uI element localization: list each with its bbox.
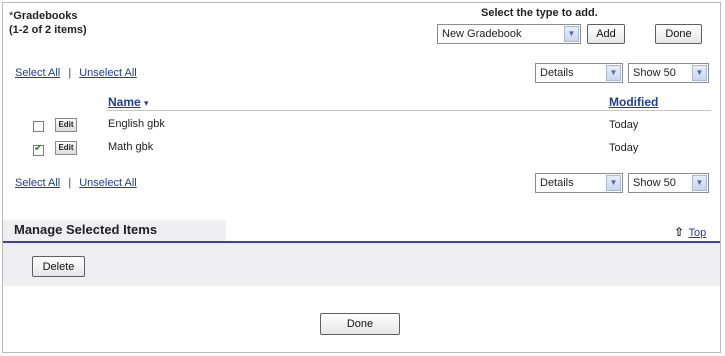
item-count: (1-2 of 2 items) — [9, 24, 87, 36]
modified-value: Today — [609, 142, 639, 154]
modified-value: Today — [609, 119, 639, 131]
chevron-down-icon[interactable]: ▼ — [564, 26, 579, 42]
show-count-value: Show 50 — [633, 177, 676, 189]
show-count-select[interactable]: Show 50 ▼ — [628, 63, 709, 83]
table-row: Edit English gbk Today — [0, 114, 725, 136]
link-separator: | — [68, 67, 72, 79]
unselect-all-link[interactable]: Unselect All — [79, 67, 136, 79]
bottom-selection-links: Select All | Unselect All — [15, 177, 137, 189]
delete-button[interactable]: Delete — [32, 256, 85, 277]
modified-column-header[interactable]: Modified — [609, 95, 658, 109]
top-link-group[interactable]: ⇧ Top — [674, 223, 706, 241]
show-count-value: Show 50 — [633, 67, 676, 79]
view-select[interactable]: Details ▼ — [535, 173, 623, 193]
view-select-value: Details — [540, 177, 574, 189]
table-row: Edit Math gbk Today — [0, 137, 725, 159]
page-title: *Gradebooks — [9, 10, 77, 22]
up-arrow-icon[interactable]: ⇧ — [674, 225, 684, 239]
edit-button[interactable]: Edit — [55, 118, 77, 132]
show-count-select[interactable]: Show 50 ▼ — [628, 173, 709, 193]
page-title-text: Gradebooks — [13, 10, 78, 22]
link-separator: | — [68, 177, 72, 189]
chevron-down-icon[interactable]: ▼ — [692, 65, 707, 81]
done-bottom-button[interactable]: Done — [320, 313, 400, 335]
select-all-link[interactable]: Select All — [15, 67, 60, 79]
top-link[interactable]: Top — [689, 227, 707, 239]
type-select-value: New Gradebook — [442, 28, 522, 40]
name-column-label[interactable]: Name — [108, 95, 141, 109]
gradebook-name[interactable]: English gbk — [108, 118, 165, 130]
chevron-down-icon[interactable]: ▼ — [606, 65, 621, 81]
select-all-link[interactable]: Select All — [15, 177, 60, 189]
row-checkbox[interactable] — [33, 121, 44, 132]
done-top-button[interactable]: Done — [655, 24, 702, 44]
edit-button[interactable]: Edit — [55, 141, 77, 155]
chevron-down-icon[interactable]: ▼ — [606, 175, 621, 191]
gradebook-name[interactable]: Math gbk — [108, 141, 153, 153]
select-type-label: Select the type to add. — [481, 7, 598, 19]
top-selection-links: Select All | Unselect All — [15, 67, 137, 79]
view-select-value: Details — [540, 67, 574, 79]
add-button[interactable]: Add — [587, 24, 625, 44]
unselect-all-link[interactable]: Unselect All — [79, 177, 136, 189]
action-band — [3, 243, 720, 286]
manage-section-title: Manage Selected Items — [14, 222, 158, 237]
name-column-header[interactable]: Name ▾ — [108, 95, 149, 109]
sort-desc-icon: ▾ — [144, 98, 149, 108]
header-divider — [107, 110, 711, 111]
view-select[interactable]: Details ▼ — [535, 63, 623, 83]
chevron-down-icon[interactable]: ▼ — [692, 175, 707, 191]
row-checkbox[interactable] — [33, 143, 44, 156]
type-select[interactable]: New Gradebook ▼ — [437, 24, 581, 44]
